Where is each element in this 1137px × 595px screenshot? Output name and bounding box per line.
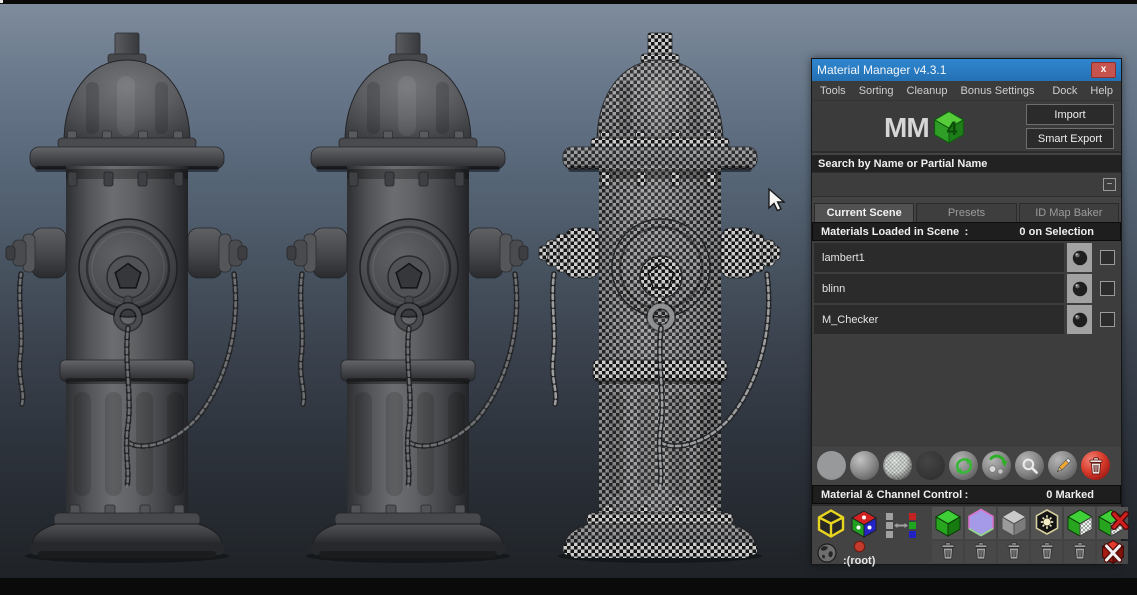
root-label: :(root)	[843, 556, 875, 567]
search-input[interactable]	[817, 173, 1103, 196]
import-button[interactable]: Import	[1026, 104, 1114, 125]
material-select-checkbox[interactable]	[1100, 312, 1115, 327]
checker-cube-delete-icon	[1097, 507, 1129, 540]
trash-button[interactable]	[965, 541, 996, 563]
transfer-channels-icon[interactable]	[883, 511, 919, 542]
window-title: Material Manager v4.3.1	[817, 63, 946, 77]
logo-row: MM 4 Import Smart Export	[812, 101, 1121, 153]
wireframe-cube-icon[interactable]	[816, 508, 846, 541]
tab-current-scene[interactable]: Current Scene	[814, 203, 914, 222]
flat-sphere-button[interactable]	[817, 451, 846, 480]
material-select-checkbox[interactable]	[1100, 250, 1115, 265]
inspect-sphere-button[interactable]	[1015, 451, 1044, 480]
materials-list[interactable]: lambert1 blinn M_Checker	[812, 241, 1121, 445]
trash-icon	[1039, 542, 1055, 563]
menu-item-help[interactable]: Help	[1090, 85, 1113, 97]
svg-text:4: 4	[946, 119, 957, 140]
trash-icon	[940, 542, 956, 563]
material-preview-button[interactable]	[1067, 274, 1092, 303]
menu-bar: Tools Sorting Cleanup Bonus Settings Dock Hel…	[812, 81, 1121, 101]
material-actions-toolbar	[812, 445, 1121, 485]
menu-item-bonus-settings[interactable]: Bonus Settings	[961, 85, 1035, 97]
menu-item-sorting[interactable]: Sorting	[859, 85, 894, 97]
material-row[interactable]: blinn	[814, 274, 1119, 303]
tab-presets[interactable]: Presets	[916, 203, 1016, 222]
corner-artifact	[0, 0, 3, 3]
channel-controls-left: :(root)	[814, 507, 932, 563]
red-x-cube-icon	[1100, 538, 1126, 567]
trash-button[interactable]	[932, 541, 963, 563]
channel-header-separator: :	[965, 489, 969, 501]
checker-cube-button[interactable]	[1064, 507, 1095, 539]
material-name[interactable]: M_Checker	[814, 305, 1064, 334]
materials-selection-count: 0 on Selection	[1019, 226, 1112, 238]
edit-sphere-button[interactable]	[1048, 451, 1077, 480]
globe-icon[interactable]	[816, 542, 838, 567]
red-x-cube-button[interactable]	[1097, 541, 1128, 564]
materials-header-label: Materials Loaded in Scene	[821, 226, 965, 238]
material-row[interactable]: lambert1	[814, 243, 1119, 272]
material-row[interactable]: M_Checker	[814, 305, 1119, 334]
material-select-checkbox[interactable]	[1100, 281, 1115, 296]
delete-sphere-button[interactable]	[1081, 451, 1110, 480]
window-titlebar[interactable]: Material Manager v4.3.1 x	[812, 59, 1121, 81]
search-section-header: Search by Name or Partial Name	[812, 155, 1121, 172]
light-hex-button[interactable]	[1031, 507, 1062, 539]
trash-button[interactable]	[1064, 541, 1095, 563]
dark-sphere-button[interactable]	[916, 451, 945, 480]
material-name[interactable]: lambert1	[814, 243, 1064, 272]
fire-hydrant-shaded	[287, 33, 528, 563]
fire-hydrant-shaded	[6, 33, 247, 563]
menu-item-cleanup[interactable]: Cleanup	[907, 85, 948, 97]
fire-hydrant-checker	[539, 33, 780, 563]
green-cube-icon	[933, 507, 963, 540]
red-dot-icon	[853, 540, 866, 556]
trash-button[interactable]	[1031, 541, 1062, 563]
app-logo: MM 4	[884, 108, 967, 147]
material-preview-button[interactable]	[1067, 305, 1092, 334]
smart-export-button[interactable]: Smart Export	[1026, 128, 1114, 149]
channel-header-label: Material & Channel Control	[821, 489, 965, 501]
menu-item-tools[interactable]: Tools	[820, 85, 846, 97]
checker-cube-delete-button[interactable]	[1097, 507, 1128, 539]
gray-cube-icon	[999, 507, 1029, 540]
gray-cube-button[interactable]	[998, 507, 1029, 539]
trash-button[interactable]	[998, 541, 1029, 563]
light-hex-icon	[1032, 507, 1062, 540]
trash-icon	[1006, 542, 1022, 563]
checker-sphere-button[interactable]	[883, 451, 912, 480]
logo-cube-icon: 4	[931, 108, 967, 147]
trash-icon	[1072, 542, 1088, 563]
collapse-search-button[interactable]: −	[1103, 178, 1116, 191]
close-button[interactable]: x	[1091, 62, 1116, 78]
material-preview-button[interactable]	[1067, 243, 1092, 272]
material-name[interactable]: blinn	[814, 274, 1064, 303]
tab-bar: Current ScenePresetsID Map Baker	[812, 203, 1121, 222]
mouse-cursor-icon	[767, 188, 789, 214]
green-cube-button[interactable]	[932, 507, 963, 539]
logo-text: MM	[884, 114, 929, 142]
refresh-sphere-button[interactable]	[949, 451, 978, 480]
checker-cube-icon	[1065, 507, 1095, 540]
trash-icon	[973, 542, 989, 563]
assign-sphere-button[interactable]	[982, 451, 1011, 480]
channel-control-header: Material & Channel Control : 0 Marked	[812, 485, 1121, 504]
channel-controls-columns	[932, 507, 1128, 563]
menu-item-dock[interactable]: Dock	[1052, 85, 1077, 97]
screenshot-root: Material Manager v4.3.1 x Tools Sorting Cl…	[0, 0, 1137, 595]
materials-list-header: Materials Loaded in Scene : 0 on Selecti…	[812, 222, 1121, 241]
rgb-cube-icon[interactable]	[849, 508, 879, 541]
channel-controls: :(root)	[812, 504, 1121, 564]
materials-header-separator: :	[965, 226, 969, 238]
material-manager-window: Material Manager v4.3.1 x Tools Sorting Cl…	[811, 58, 1122, 565]
purple-hex-icon	[966, 507, 996, 540]
tab-id-map-baker[interactable]: ID Map Baker	[1019, 203, 1119, 222]
purple-hex-button[interactable]	[965, 507, 996, 539]
channel-marked-count: 0 Marked	[1046, 489, 1112, 501]
search-row: −	[812, 172, 1121, 197]
shaded-sphere-button[interactable]	[850, 451, 879, 480]
